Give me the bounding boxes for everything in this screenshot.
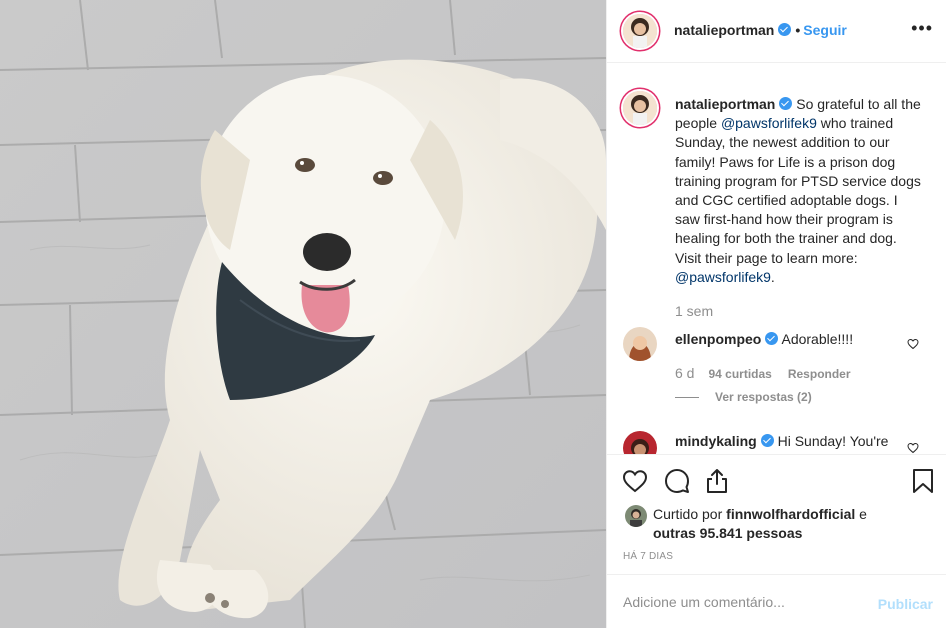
share-icon[interactable] xyxy=(703,467,731,495)
avatar-image xyxy=(625,505,647,527)
liked-by-text: Curtido por finnwolfhardofficial e outra… xyxy=(653,505,898,543)
comment-text: Adorable!!!! xyxy=(781,331,854,347)
caption-timestamp[interactable]: 1 sem xyxy=(675,303,713,319)
post-date[interactable]: HÁ 7 DIAS xyxy=(623,551,673,562)
caption-text: . xyxy=(770,268,775,285)
verified-icon xyxy=(765,332,779,345)
comment-username[interactable]: mindykaling xyxy=(675,433,757,449)
avatar-image xyxy=(623,431,657,454)
caption-text: who trained Sunday, the newest addition … xyxy=(675,115,921,266)
comment-body: ellenpompeo Adorable!!!! xyxy=(675,331,853,347)
author-username[interactable]: natalieportman xyxy=(674,22,774,38)
caption-mention[interactable]: @pawsforlifek9 xyxy=(721,115,817,131)
post-caption: natalieportman So grateful to all the pe… xyxy=(675,95,925,287)
comment-timestamp[interactable]: 6 d xyxy=(675,365,694,381)
instagram-post-modal: natalieportman • Seguir ••• natalieportman… xyxy=(0,0,946,628)
comments-section[interactable]: natalieportman So grateful to all the pe… xyxy=(607,63,946,454)
liked-by-connector: e xyxy=(855,506,867,522)
verified-icon xyxy=(779,97,793,110)
post-header: natalieportman • Seguir ••• xyxy=(607,0,946,63)
bookmark-icon[interactable] xyxy=(909,467,937,495)
add-comment-bar: Publicar xyxy=(607,574,946,628)
view-replies-button[interactable]: Ver respostas (2) xyxy=(675,390,812,404)
caption-author-avatar[interactable] xyxy=(623,91,657,125)
caption-username[interactable]: natalieportman xyxy=(675,96,775,112)
comment-like-heart-icon[interactable] xyxy=(907,442,919,454)
post-actions: Curtido por finnwolfhardofficial e outra… xyxy=(607,454,946,574)
follow-button[interactable]: Seguir xyxy=(803,22,847,38)
liker-avatar[interactable] xyxy=(625,505,647,527)
replies-divider xyxy=(675,397,699,399)
header-author-line: natalieportman • Seguir xyxy=(674,22,847,38)
reply-button[interactable]: Responder xyxy=(788,367,851,381)
heart-icon[interactable] xyxy=(621,467,649,495)
post-side-panel: natalieportman • Seguir ••• natalieportman… xyxy=(606,0,946,628)
more-options-icon[interactable]: ••• xyxy=(911,19,933,37)
publish-button[interactable]: Publicar xyxy=(878,596,933,612)
comment-meta: 6 d 94 curtidas Responder xyxy=(675,365,851,381)
avatar-image xyxy=(623,327,657,361)
separator-dot: • xyxy=(795,22,801,38)
comment-icon[interactable] xyxy=(663,467,691,495)
caption-mention[interactable]: @pawsforlifek9 xyxy=(675,269,771,285)
others-count-link[interactable]: outras 95.841 pessoas xyxy=(653,525,802,541)
liker-username[interactable]: finnwolfhardofficial xyxy=(726,506,855,522)
comment-body: mindykaling Hi Sunday! You're xyxy=(675,433,888,449)
comment-likes-count[interactable]: 94 curtidas xyxy=(708,367,771,381)
liked-by-prefix: Curtido por xyxy=(653,506,727,522)
comment-username[interactable]: ellenpompeo xyxy=(675,331,761,347)
comment-like-heart-icon[interactable] xyxy=(907,338,919,350)
verified-icon xyxy=(760,434,774,447)
dog-photo-image xyxy=(0,0,606,628)
verified-icon xyxy=(778,23,792,36)
author-avatar[interactable] xyxy=(623,14,657,48)
commenter-avatar[interactable] xyxy=(623,431,657,454)
post-photo[interactable] xyxy=(0,0,606,628)
avatar-image xyxy=(623,14,657,48)
commenter-avatar[interactable] xyxy=(623,327,657,361)
comment-text: Hi Sunday! You're xyxy=(777,433,889,449)
avatar-image xyxy=(623,91,657,125)
comment-input[interactable] xyxy=(623,591,853,613)
view-replies-label: Ver respostas (2) xyxy=(715,390,812,404)
